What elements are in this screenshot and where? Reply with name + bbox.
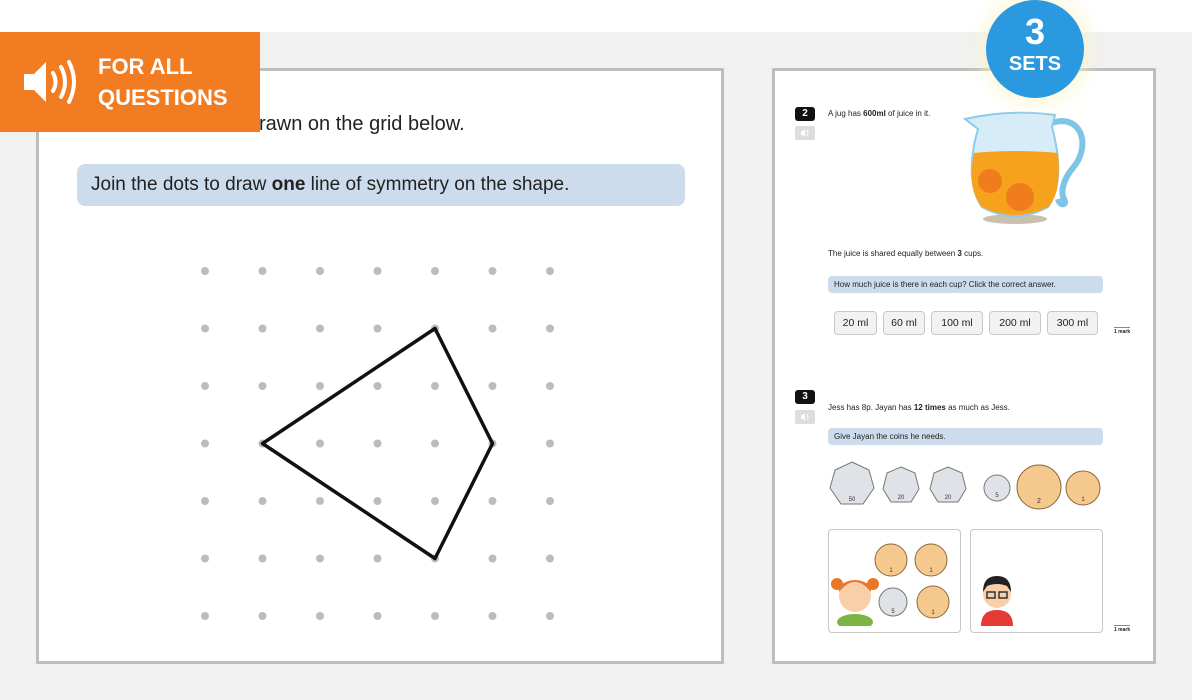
question-2-text: A jug has 600ml of juice in it.: [828, 109, 931, 118]
jess-coin-1p: 1: [914, 543, 948, 577]
grid-dot[interactable]: [316, 267, 324, 275]
grid-dot[interactable]: [373, 267, 382, 275]
question-number-3: 3: [795, 390, 815, 404]
svg-text:2: 2: [1037, 498, 1041, 505]
question-3-text: Jess has 8p. Jayan has 12 times as much …: [828, 403, 1010, 412]
question-panel: rawn on the grid below. Join the dots to…: [36, 68, 724, 664]
svg-text:20: 20: [898, 495, 905, 501]
grid-dot[interactable]: [316, 439, 324, 448]
jess-coin-5p: 5: [878, 587, 908, 617]
grid-dot[interactable]: [258, 267, 267, 275]
grid-dot[interactable]: [488, 324, 497, 333]
grid-dot[interactable]: [546, 382, 554, 390]
question-3-mark: 1 mark: [1114, 625, 1131, 633]
answer-button-60ml[interactable]: 60 ml: [883, 311, 925, 335]
grid-dot[interactable]: [546, 324, 554, 333]
grid-dot[interactable]: [431, 612, 439, 620]
sets-count: 3: [1024, 11, 1046, 52]
grid-dot[interactable]: [316, 382, 324, 390]
answer-button-200ml[interactable]: 200 ml: [989, 311, 1041, 335]
grid-dot[interactable]: [431, 439, 439, 448]
speaker-icon: [24, 60, 76, 104]
grid-dot[interactable]: [258, 612, 267, 620]
coin-5p[interactable]: 5: [982, 473, 1012, 503]
coin-1p[interactable]: 1: [1064, 469, 1102, 507]
grid-dot[interactable]: [488, 267, 497, 275]
grid-dot[interactable]: [258, 554, 267, 563]
grid-dot[interactable]: [373, 612, 382, 620]
grid-dot[interactable]: [258, 497, 267, 505]
speaker-icon: [801, 129, 809, 137]
answer-button-20ml[interactable]: 20 ml: [834, 311, 877, 335]
grid-dot[interactable]: [201, 267, 209, 275]
question-2-prompt: How much juice is there in each cup? Cli…: [828, 276, 1103, 293]
grid-dot[interactable]: [316, 554, 324, 563]
grid-dot[interactable]: [201, 324, 209, 333]
jayan-drop-zone[interactable]: [970, 529, 1103, 633]
grid-dot[interactable]: [546, 439, 554, 448]
grid-dot[interactable]: [488, 554, 497, 563]
svg-text:50: 50: [849, 497, 856, 503]
audio-banner-label: FOR ALL QUESTIONS: [98, 54, 228, 110]
grid-dot[interactable]: [316, 324, 324, 333]
juice-jug-image: [962, 111, 1086, 224]
question-3-audio-button[interactable]: [795, 410, 815, 424]
question-2-shared-text: The juice is shared equally between 3 cu…: [828, 249, 984, 258]
grid-dot[interactable]: [431, 267, 439, 275]
grid-dot[interactable]: [431, 497, 439, 505]
question-number-2: 2: [795, 107, 815, 121]
coin-2p[interactable]: 2: [1015, 463, 1063, 511]
svg-text:20: 20: [945, 495, 952, 501]
grid-dot[interactable]: [201, 439, 209, 448]
jess-coin-1p: 1: [916, 585, 950, 619]
grid-dot[interactable]: [373, 324, 382, 333]
grid-dot[interactable]: [201, 554, 209, 563]
grid-dot[interactable]: [316, 612, 324, 620]
grid-dot[interactable]: [316, 497, 324, 505]
grid-dot[interactable]: [201, 382, 209, 390]
grid-dot[interactable]: [373, 439, 382, 448]
grid-dot[interactable]: [373, 497, 382, 505]
answer-button-100ml[interactable]: 100 ml: [931, 311, 983, 335]
grid-dot[interactable]: [373, 554, 382, 563]
speaker-icon: [801, 413, 809, 421]
grid-dot[interactable]: [546, 612, 554, 620]
question-2-audio-button[interactable]: [795, 126, 815, 140]
grid-dot[interactable]: [201, 497, 209, 505]
audio-all-questions-button[interactable]: FOR ALL QUESTIONS: [0, 32, 260, 132]
grid-dot[interactable]: [488, 382, 497, 390]
jess-coin-1p: 1: [874, 543, 908, 577]
grid-dot[interactable]: [201, 612, 209, 620]
question-3-prompt: Give Jayan the coins he needs.: [828, 428, 1103, 445]
sets-label: SETS: [1008, 53, 1062, 75]
preview-panel: 2 A jug has 600ml of juice in it. The ju…: [772, 68, 1156, 664]
grid-dot[interactable]: [258, 382, 267, 390]
grid-dot[interactable]: [258, 324, 267, 333]
grid-dot[interactable]: [546, 267, 554, 275]
jess-avatar: [831, 578, 879, 626]
grid-dot[interactable]: [488, 497, 497, 505]
grid-dot[interactable]: [488, 612, 497, 620]
dot-grid[interactable]: [39, 71, 724, 664]
coin-20p[interactable]: 20: [928, 465, 968, 505]
answer-button-300ml[interactable]: 300 ml: [1047, 311, 1098, 335]
coin-50p[interactable]: 50: [828, 460, 876, 508]
coin-20p[interactable]: 20: [881, 465, 921, 505]
jayan-avatar: [981, 576, 1013, 626]
grid-dot[interactable]: [373, 382, 382, 390]
grid-dot[interactable]: [546, 497, 554, 505]
grid-dot[interactable]: [431, 382, 439, 390]
question-2-mark: 1 mark: [1114, 327, 1131, 335]
sets-badge: 3 SETS: [986, 0, 1084, 98]
jess-coin-box: 1 1 5 1: [828, 529, 961, 633]
grid-dot[interactable]: [546, 554, 554, 563]
